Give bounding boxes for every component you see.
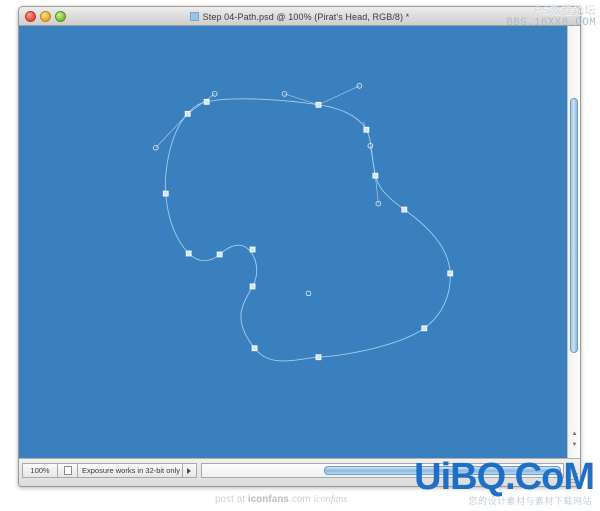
watermark-uibq-tagline: 您的设计素材与素材下载网站 — [468, 496, 592, 506]
horizontal-scrollbar-thumb[interactable] — [324, 466, 561, 475]
anchor-point[interactable] — [185, 250, 192, 257]
status-bar: 100% Exposure works in 32-bit only — [19, 458, 580, 486]
watermark-iconfans-prefix: post at — [215, 494, 248, 505]
scroll-up-arrow-icon[interactable]: ▲ — [571, 431, 578, 438]
document-thumbnail-glyph — [63, 466, 72, 475]
anchor-point[interactable] — [162, 190, 169, 197]
zoom-level-field[interactable]: 100% — [22, 463, 58, 478]
anchor-point[interactable] — [372, 172, 379, 179]
anchor-point[interactable] — [363, 126, 370, 133]
status-message: Exposure works in 32-bit only — [78, 463, 183, 478]
status-menu-button[interactable] — [182, 463, 197, 478]
anchor-point[interactable] — [315, 354, 322, 361]
scroll-down-arrow-icon[interactable]: ▼ — [571, 442, 578, 449]
anchor-point[interactable] — [251, 345, 258, 352]
anchor-point[interactable] — [249, 246, 256, 253]
resize-grip-icon[interactable] — [566, 472, 578, 484]
anchor-point[interactable] — [249, 283, 256, 290]
watermark-iconfans-suffix: .com — [288, 494, 311, 505]
vertical-scrollbar[interactable]: ▲ ▼ — [567, 26, 580, 458]
anchor-point[interactable] — [203, 98, 210, 105]
anchor-point[interactable] — [401, 206, 408, 213]
anchor-point[interactable] — [216, 251, 223, 258]
document-icon — [189, 12, 199, 21]
bezier-path — [164, 98, 451, 362]
watermark-iconfans: post at iconfans.com iconfans — [215, 494, 347, 505]
anchor-points — [162, 98, 454, 361]
watermark-iconfans-script: iconfans — [313, 494, 348, 505]
image-canvas[interactable] — [19, 26, 580, 458]
anchor-point[interactable] — [184, 110, 191, 117]
window-controls — [25, 11, 66, 22]
anchor-point[interactable] — [315, 101, 322, 108]
close-button[interactable] — [25, 11, 36, 22]
minimize-button[interactable] — [40, 11, 51, 22]
bezier-handle[interactable] — [305, 290, 312, 297]
window-title-group: Step 04-Path.psd @ 100% (Pirat's Head, R… — [19, 7, 580, 26]
document-thumbnail-icon[interactable] — [58, 463, 78, 478]
window-titlebar[interactable]: Step 04-Path.psd @ 100% (Pirat's Head, R… — [19, 7, 580, 26]
watermark-iconfans-brand: iconfans — [247, 494, 289, 505]
status-bar-left-group: 100% Exposure works in 32-bit only — [22, 463, 197, 478]
horizontal-scrollbar[interactable] — [201, 463, 564, 478]
zoom-button[interactable] — [55, 11, 66, 22]
anchor-point[interactable] — [421, 325, 428, 332]
window-title: Step 04-Path.psd @ 100% (Pirat's Head, R… — [202, 11, 410, 22]
vertical-scrollbar-thumb[interactable] — [570, 98, 578, 353]
anchor-point[interactable] — [447, 270, 454, 277]
photoshop-document-window: Step 04-Path.psd @ 100% (Pirat's Head, R… — [18, 6, 581, 487]
triangle-right-icon — [187, 467, 192, 474]
vector-path-overlay — [153, 83, 454, 362]
